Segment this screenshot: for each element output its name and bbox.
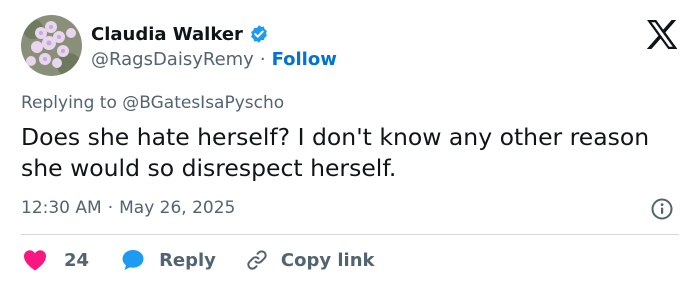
handle-row: @RagsDaisyRemy · Follow <box>91 47 337 71</box>
link-icon <box>245 248 269 272</box>
author-name-row: Claudia Walker <box>91 21 269 47</box>
reply-button[interactable]: Reply <box>121 248 216 272</box>
like-button[interactable]: 24 <box>23 249 89 271</box>
heart-icon <box>23 249 47 271</box>
author-handle[interactable]: @RagsDaisyRemy <box>91 49 254 70</box>
info-icon[interactable] <box>651 198 673 220</box>
author-name[interactable]: Claudia Walker <box>91 24 243 45</box>
reply-label: Reply <box>159 249 216 271</box>
copy-link-label: Copy link <box>280 249 375 271</box>
reply-context[interactable]: Replying to @BGatesIsaPyscho <box>21 93 284 113</box>
tweet-date: May 26, 2025 <box>119 198 236 218</box>
x-logo-icon[interactable] <box>646 20 678 49</box>
action-bar: 24 Reply Copy link <box>23 248 375 272</box>
timestamp-separator: · <box>107 198 114 218</box>
tweet-text: Does she hate herself? I don't know any … <box>21 123 650 182</box>
reply-bubble-icon <box>121 248 145 272</box>
like-count: 24 <box>64 249 90 271</box>
divider <box>21 234 679 235</box>
tweet-time: 12:30 AM <box>21 198 102 218</box>
avatar[interactable] <box>21 15 82 76</box>
timestamp[interactable]: 12:30 AM · May 26, 2025 <box>21 198 235 218</box>
verified-badge-icon <box>249 24 269 44</box>
follow-button[interactable]: Follow <box>272 49 337 70</box>
copy-link-button[interactable]: Copy link <box>245 248 375 272</box>
handle-separator: · <box>259 48 266 70</box>
tweet-card: Claudia Walker @RagsDaisyRemy · Follow R… <box>0 0 700 287</box>
